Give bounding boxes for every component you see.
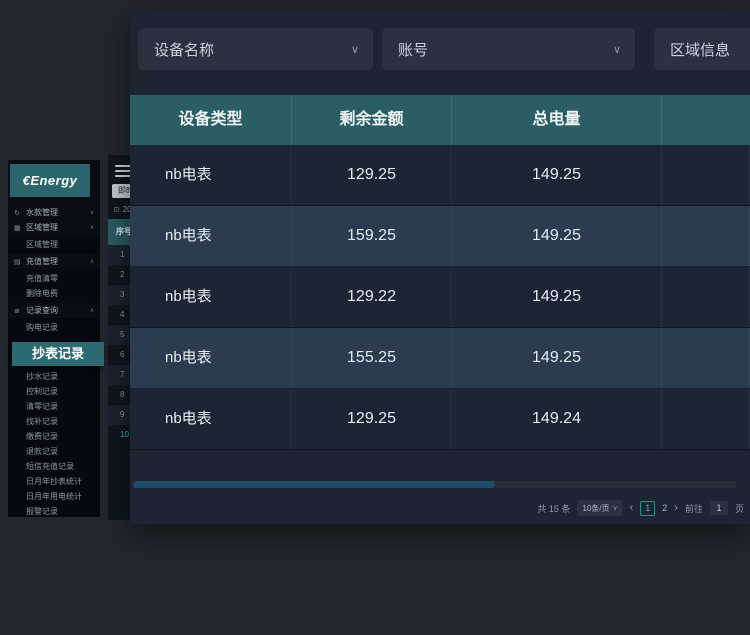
cell-total: 149.24 xyxy=(452,389,662,449)
sidebar-item-region-manage[interactable]: 区域管理 xyxy=(8,237,100,252)
page-button-2[interactable]: 2 xyxy=(662,503,667,513)
chevron-down-icon: ∨ xyxy=(612,504,617,512)
group-label: 充值管理 xyxy=(26,256,90,267)
card-icon: ▤ xyxy=(14,258,24,266)
group-label: 区域管理 xyxy=(26,222,90,233)
cell-empty xyxy=(662,328,750,388)
sidebar: €Energy ↻ 水款管理 ∨ ▦ 区域管理 ∧ 区域管理 ▤ 充值管理 ∧ … xyxy=(8,160,100,517)
sidebar-item-alarm-records[interactable]: 报警记录 xyxy=(8,504,100,517)
cell-empty xyxy=(662,206,750,266)
sidebar-item-fee-records[interactable]: 缴费记录 xyxy=(8,429,100,444)
region-icon: ▦ xyxy=(14,224,24,232)
chevron-down-icon: ∨ xyxy=(613,43,621,56)
filter-label: 账号 xyxy=(398,39,428,60)
account-select[interactable]: 账号 ∨ xyxy=(382,28,635,70)
sidebar-item-delete-fee[interactable]: 删除电费 xyxy=(8,286,100,301)
col-header-empty xyxy=(662,95,750,145)
filter-label: 区域信息 xyxy=(670,39,730,60)
col-header-balance: 剩余金额 xyxy=(292,95,452,145)
col-header-total-energy: 总电量 xyxy=(452,95,662,145)
clock-icon: ⊙ xyxy=(113,205,120,214)
sidebar-item-recharge-reset[interactable]: 充值清零 xyxy=(8,271,100,286)
main-window: 设备名称 ∨ 账号 ∨ 区域信息 设备类型 剩余金额 总电量 nb电表 129.… xyxy=(130,10,750,524)
page-size-select[interactable]: 10条/页 ∨ xyxy=(577,500,622,516)
table-row[interactable]: nb电表 155.25 149.25 xyxy=(130,328,750,389)
chevron-up-icon: ∧ xyxy=(90,258,94,265)
next-page-button[interactable]: › xyxy=(674,502,678,514)
cell-total: 149.25 xyxy=(452,267,662,327)
cell-device-type: nb电表 xyxy=(130,389,292,449)
chevron-up-icon: ∧ xyxy=(90,307,94,314)
cell-total: 149.25 xyxy=(452,328,662,388)
scrollbar-thumb[interactable] xyxy=(133,481,495,488)
sidebar-group-region[interactable]: ▦ 区域管理 ∧ xyxy=(8,220,100,235)
filter-label: 设备名称 xyxy=(154,39,214,60)
table-row[interactable]: nb电表 159.25 149.25 xyxy=(130,206,750,267)
cell-empty xyxy=(662,267,750,327)
hamburger-icon[interactable] xyxy=(115,165,131,177)
col-header-device-type: 设备类型 xyxy=(130,95,292,145)
sidebar-item-control-records[interactable]: 控制记录 xyxy=(8,384,100,399)
document-icon: ≣ xyxy=(14,307,24,315)
sidebar-group-records[interactable]: ≣ 记录查询 ∧ xyxy=(8,303,100,318)
device-name-select[interactable]: 设备名称 ∨ xyxy=(138,28,373,70)
sidebar-item-meter-stats[interactable]: 日月年抄表统计 xyxy=(8,474,100,489)
submenu-region: 区域管理 xyxy=(8,235,100,254)
cell-balance: 155.25 xyxy=(292,328,452,388)
prev-page-button[interactable]: ‹ xyxy=(630,502,634,514)
goto-suffix: 页 xyxy=(735,502,744,515)
sidebar-item-refund-records[interactable]: 退款记录 xyxy=(8,444,100,459)
sidebar-item-sms-recharge-records[interactable]: 短信充值记录 xyxy=(8,459,100,474)
cell-device-type: nb电表 xyxy=(130,267,292,327)
table-row[interactable]: nb电表 129.25 149.24 xyxy=(130,389,750,450)
app-logo: €Energy xyxy=(10,164,90,197)
cell-device-type: nb电表 xyxy=(130,328,292,388)
app-root: 即时抄表 ⊙202 序号 1 2 3 4 5 6 7 8 9 10 €Energ… xyxy=(0,0,750,635)
total-count: 共 15 条 xyxy=(537,502,570,515)
goto-label: 前往 xyxy=(685,502,703,515)
refresh-icon: ↻ xyxy=(14,209,24,217)
goto-page-input[interactable]: 1 xyxy=(710,501,728,515)
cell-total: 149.25 xyxy=(452,145,662,205)
table-row[interactable]: nb电表 129.22 149.25 xyxy=(130,267,750,328)
cell-balance: 129.25 xyxy=(292,389,452,449)
page-size-value: 10条/页 xyxy=(582,503,609,514)
table-row[interactable]: nb电表 129.25 149.25 xyxy=(130,145,750,206)
sidebar-item-usage-stats[interactable]: 日月年用电统计 xyxy=(8,489,100,504)
cell-total: 149.25 xyxy=(452,206,662,266)
sidebar-item-reset-records[interactable]: 清零记录 xyxy=(8,399,100,414)
horizontal-scrollbar[interactable] xyxy=(133,481,737,488)
group-label: 记录查询 xyxy=(26,305,90,316)
sidebar-group-recharge[interactable]: ▤ 充值管理 ∧ xyxy=(8,254,100,269)
chevron-down-icon: ∨ xyxy=(90,209,94,216)
sidebar-item-water-records[interactable]: 抄水记录 xyxy=(8,369,100,384)
sidebar-group-payment[interactable]: ↻ 水款管理 ∨ xyxy=(8,205,100,220)
pagination: 共 15 条 10条/页 ∨ ‹ 1 2 › 前往 1 页 xyxy=(537,500,744,516)
region-info-select[interactable]: 区域信息 xyxy=(654,28,750,70)
chevron-down-icon: ∨ xyxy=(351,43,359,56)
sidebar-item-meter-records-active[interactable]: 抄表记录 xyxy=(12,342,104,366)
group-label: 水款管理 xyxy=(26,207,90,218)
page-button-1-active[interactable]: 1 xyxy=(640,501,655,516)
sidebar-item-purchase-records[interactable]: 购电记录 xyxy=(8,320,100,335)
cell-empty xyxy=(662,389,750,449)
cell-device-type: nb电表 xyxy=(130,206,292,266)
cell-balance: 129.25 xyxy=(292,145,452,205)
chevron-up-icon: ∧ xyxy=(90,224,94,231)
cell-balance: 159.25 xyxy=(292,206,452,266)
table-body: nb电表 129.25 149.25 nb电表 159.25 149.25 nb… xyxy=(130,145,750,450)
sidebar-item-adjust-records[interactable]: 找补记录 xyxy=(8,414,100,429)
cell-device-type: nb电表 xyxy=(130,145,292,205)
table-header-row: 设备类型 剩余金额 总电量 xyxy=(130,95,750,145)
cell-empty xyxy=(662,145,750,205)
cell-balance: 129.22 xyxy=(292,267,452,327)
submenu-recharge: 充值清零 删除电费 xyxy=(8,269,100,303)
